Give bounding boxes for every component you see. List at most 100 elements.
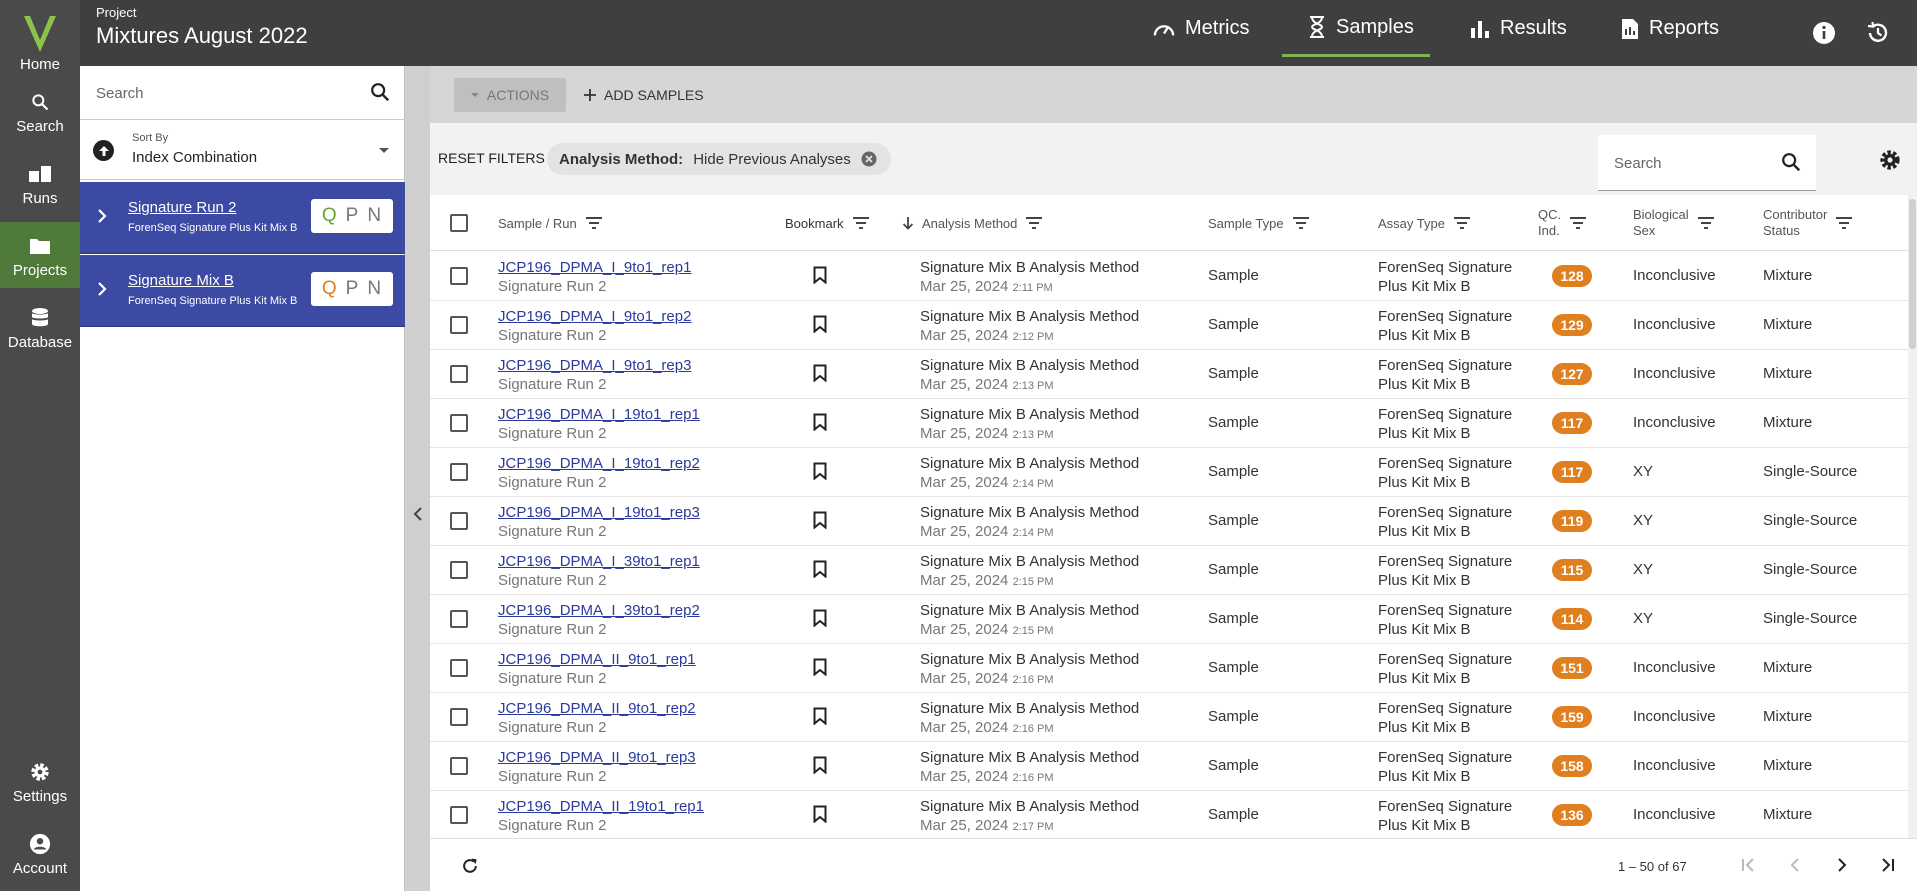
qc-indicator-badge[interactable]: 119 — [1552, 510, 1592, 532]
col-sample-run[interactable]: Sample / Run — [498, 195, 603, 251]
qc-indicator-badge[interactable]: 151 — [1552, 657, 1592, 679]
col-biological-sex[interactable]: Biological Sex — [1633, 195, 1715, 251]
row-checkbox[interactable] — [450, 463, 468, 481]
table-row[interactable]: JCP196_DPMA_I_19to1_rep2 Signature Run 2… — [430, 448, 1917, 497]
table-row[interactable]: JCP196_DPMA_II_19to1_rep1 Signature Run … — [430, 791, 1917, 838]
qc-indicator-badge[interactable]: 159 — [1552, 706, 1592, 728]
actions-button[interactable]: ACTIONS — [454, 78, 566, 112]
sample-link[interactable]: JCP196_DPMA_I_9to1_rep2 — [498, 307, 691, 326]
table-settings-gear-icon[interactable] — [1879, 149, 1901, 171]
qc-indicator-badge[interactable]: 129 — [1552, 314, 1592, 336]
row-checkbox[interactable] — [450, 316, 468, 334]
bookmark-icon[interactable] — [813, 560, 827, 579]
row-checkbox[interactable] — [450, 561, 468, 579]
table-search-input[interactable]: Search — [1598, 135, 1816, 191]
qc-indicator-badge[interactable]: 158 — [1552, 755, 1592, 777]
filter-icon[interactable] — [1697, 216, 1715, 230]
chevron-right-icon[interactable] — [96, 281, 108, 297]
col-analysis-method[interactable]: Analysis Method — [902, 195, 1043, 251]
rail-search[interactable]: Search — [0, 90, 80, 135]
refresh-icon[interactable] — [460, 856, 480, 876]
qc-indicator-badge[interactable]: 128 — [1552, 265, 1592, 287]
bookmark-icon[interactable] — [813, 658, 827, 677]
bookmark-icon[interactable] — [813, 511, 827, 530]
history-icon[interactable] — [1866, 21, 1890, 45]
table-row[interactable]: JCP196_DPMA_II_9to1_rep1 Signature Run 2… — [430, 644, 1917, 693]
chevron-left-icon[interactable] — [412, 506, 424, 522]
search-icon[interactable] — [1780, 151, 1802, 173]
bookmark-icon[interactable] — [813, 462, 827, 481]
sample-link[interactable]: JCP196_DPMA_I_19to1_rep3 — [498, 503, 700, 522]
sort-direction-icon[interactable] — [93, 140, 114, 161]
sample-link[interactable]: JCP196_DPMA_I_9to1_rep3 — [498, 356, 691, 375]
table-row[interactable]: JCP196_DPMA_I_19to1_rep1 Signature Run 2… — [430, 399, 1917, 448]
scrollbar-thumb[interactable] — [1909, 199, 1916, 349]
bookmark-icon[interactable] — [813, 756, 827, 775]
table-row[interactable]: JCP196_DPMA_I_9to1_rep3 Signature Run 2 … — [430, 350, 1917, 399]
bookmark-icon[interactable] — [813, 266, 827, 285]
sample-link[interactable]: JCP196_DPMA_I_9to1_rep1 — [498, 258, 691, 277]
row-checkbox[interactable] — [450, 806, 468, 824]
col-assay-type[interactable]: Assay Type — [1378, 195, 1471, 251]
row-checkbox[interactable] — [450, 659, 468, 677]
row-checkbox[interactable] — [450, 757, 468, 775]
table-row[interactable]: JCP196_DPMA_I_39to1_rep1 Signature Run 2… — [430, 546, 1917, 595]
sample-link[interactable]: JCP196_DPMA_I_39to1_rep1 — [498, 552, 700, 571]
bookmark-icon[interactable] — [813, 364, 827, 383]
row-checkbox[interactable] — [450, 414, 468, 432]
run-name[interactable]: Signature Run 2 — [128, 199, 236, 216]
chevron-right-icon[interactable] — [96, 208, 108, 224]
bookmark-icon[interactable] — [813, 413, 827, 432]
sample-link[interactable]: JCP196_DPMA_I_19to1_rep1 — [498, 405, 700, 424]
run-name[interactable]: Signature Mix B — [128, 272, 234, 289]
qc-indicator-badge[interactable]: 115 — [1552, 559, 1592, 581]
tab-results[interactable]: Results — [1470, 0, 1567, 57]
sample-link[interactable]: JCP196_DPMA_II_9to1_rep3 — [498, 748, 696, 767]
table-row[interactable]: JCP196_DPMA_I_9to1_rep1 Signature Run 2 … — [430, 252, 1917, 301]
row-checkbox[interactable] — [450, 512, 468, 530]
prev-page-icon[interactable] — [1785, 855, 1805, 875]
tab-samples[interactable]: Samples — [1282, 0, 1430, 57]
next-page-icon[interactable] — [1832, 855, 1852, 875]
table-row[interactable]: JCP196_DPMA_II_9to1_rep3 Signature Run 2… — [430, 742, 1917, 791]
qc-indicator-badge[interactable]: 114 — [1552, 608, 1592, 630]
bookmark-icon[interactable] — [813, 707, 827, 726]
side-search-input[interactable]: Search — [80, 66, 405, 120]
row-checkbox[interactable] — [450, 267, 468, 285]
run-card[interactable]: Signature Run 2 ForenSeq Signature Plus … — [80, 182, 405, 254]
rail-runs[interactable]: Runs — [0, 162, 80, 207]
rail-settings[interactable]: Settings — [0, 760, 80, 805]
last-page-icon[interactable] — [1878, 855, 1898, 875]
table-scrollbar[interactable] — [1908, 195, 1917, 838]
rail-database[interactable]: Database — [0, 306, 80, 351]
bookmark-icon[interactable] — [813, 609, 827, 628]
select-all-checkbox[interactable] — [450, 214, 468, 232]
row-checkbox[interactable] — [450, 708, 468, 726]
qc-indicator-badge[interactable]: 117 — [1552, 461, 1592, 483]
bookmark-icon[interactable] — [813, 805, 827, 824]
filter-icon[interactable] — [1025, 216, 1043, 230]
col-sample-type[interactable]: Sample Type — [1208, 195, 1310, 251]
qc-indicator-badge[interactable]: 117 — [1552, 412, 1592, 434]
close-icon[interactable] — [861, 151, 877, 167]
table-row[interactable]: JCP196_DPMA_II_9to1_rep2 Signature Run 2… — [430, 693, 1917, 742]
table-row[interactable]: JCP196_DPMA_I_19to1_rep3 Signature Run 2… — [430, 497, 1917, 546]
sample-link[interactable]: JCP196_DPMA_II_19to1_rep1 — [498, 797, 704, 816]
tab-metrics[interactable]: Metrics — [1153, 0, 1249, 57]
filter-icon[interactable] — [1835, 216, 1853, 230]
sample-link[interactable]: JCP196_DPMA_II_9to1_rep1 — [498, 650, 696, 669]
sample-link[interactable]: JCP196_DPMA_I_39to1_rep2 — [498, 601, 700, 620]
reset-filters-button[interactable]: RESET FILTERS — [438, 150, 545, 166]
panel-splitter[interactable] — [406, 66, 430, 891]
first-page-icon[interactable] — [1738, 855, 1758, 875]
filter-icon[interactable] — [585, 216, 603, 230]
tab-reports[interactable]: Reports — [1621, 0, 1719, 57]
table-row[interactable]: JCP196_DPMA_I_39to1_rep2 Signature Run 2… — [430, 595, 1917, 644]
filter-icon[interactable] — [1453, 216, 1471, 230]
row-checkbox[interactable] — [450, 610, 468, 628]
search-icon[interactable] — [369, 81, 391, 103]
filter-chip[interactable]: Analysis Method: Hide Previous Analyses — [547, 143, 891, 175]
col-contributor-status[interactable]: Contributor Status — [1763, 195, 1853, 251]
col-bookmark[interactable]: Bookmark — [785, 195, 870, 251]
sort-by-select[interactable]: Sort By Index Combination — [80, 120, 405, 180]
